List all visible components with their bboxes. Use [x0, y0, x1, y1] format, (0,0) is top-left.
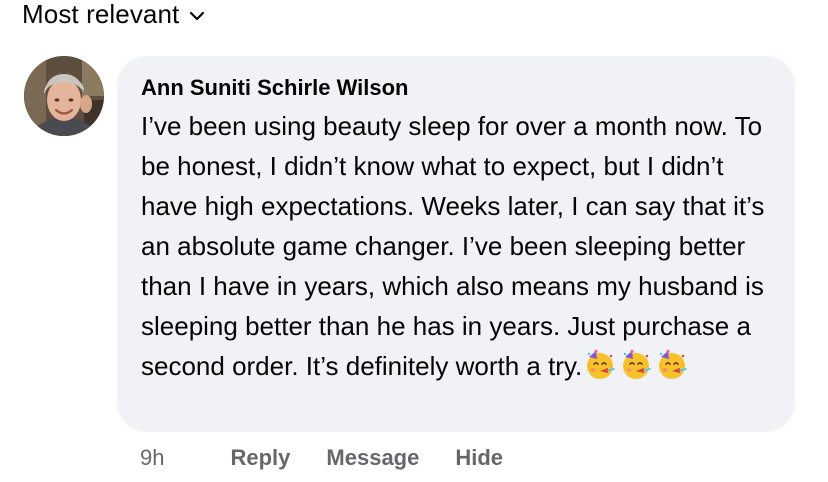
- emoji-group: [584, 349, 688, 381]
- reply-button[interactable]: Reply: [230, 445, 290, 471]
- comment-text: I’ve been using beauty sleep for over a …: [141, 106, 781, 386]
- avatar[interactable]: [24, 56, 104, 136]
- hide-button[interactable]: Hide: [455, 445, 503, 471]
- partying-face-emoji: [656, 349, 688, 381]
- comment-actions: 9h Reply Message Hide: [140, 440, 539, 476]
- message-button[interactable]: Message: [326, 445, 419, 471]
- comment-author[interactable]: Ann Suniti Schirle Wilson: [141, 74, 408, 102]
- comment-timestamp[interactable]: 9h: [140, 445, 164, 471]
- partying-face-emoji: [584, 349, 616, 381]
- comment-bubble: Ann Suniti Schirle Wilson I’ve been usin…: [117, 56, 795, 432]
- chevron-down-icon: [189, 8, 205, 24]
- partying-face-emoji: [620, 349, 652, 381]
- comment-body: I’ve been using beauty sleep for over a …: [141, 111, 765, 381]
- sort-dropdown[interactable]: Most relevant: [22, 0, 205, 32]
- sort-label: Most relevant: [22, 0, 180, 29]
